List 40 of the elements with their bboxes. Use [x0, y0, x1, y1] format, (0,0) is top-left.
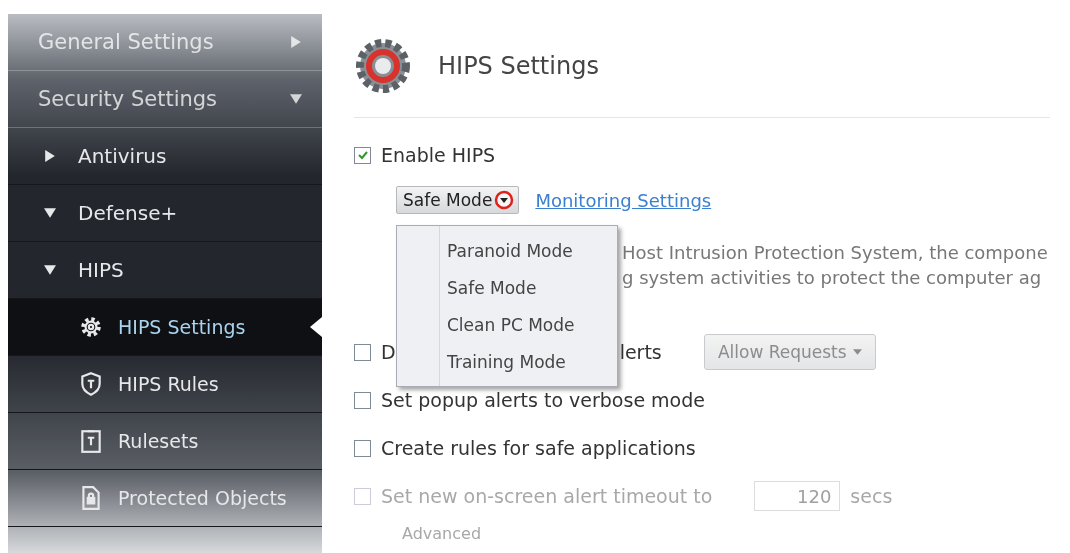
caret-icon	[852, 349, 862, 355]
sidebar-item[interactable]: HIPS Settings	[8, 299, 322, 356]
sidebar-item[interactable]: Rulesets	[8, 413, 322, 470]
caret-icon	[44, 264, 56, 276]
caret-icon	[290, 93, 302, 105]
checkbox-label: Set new on-screen alert timeout to	[381, 485, 713, 507]
shield-icon	[78, 371, 104, 397]
checkbox-label: Set popup alerts to verbose mode	[381, 389, 705, 411]
clipboard-icon	[78, 428, 104, 454]
gear-icon	[78, 314, 104, 340]
checkmark-icon	[356, 149, 369, 161]
checkbox[interactable]	[354, 146, 371, 164]
description-text: Host Intrusion Protection System, the compone	[622, 241, 1049, 265]
gear-icon	[354, 36, 412, 95]
checkbox[interactable]	[354, 343, 371, 361]
caret-icon	[44, 150, 56, 162]
sidebar-item[interactable]: Defense+	[8, 185, 322, 242]
checkbox[interactable]	[354, 439, 371, 457]
menu-item[interactable]: Clean PC Mode	[397, 306, 617, 343]
mode-dropdown[interactable]: Safe Mode	[396, 186, 520, 214]
checkbox-label: Enable HIPS	[381, 144, 496, 166]
page-title: HIPS Settings	[438, 51, 599, 80]
checkbox-label: lerts	[619, 341, 662, 363]
menu-item[interactable]: Safe Mode	[397, 269, 617, 306]
monitoring-settings-link[interactable]: Monitoring Settings	[535, 189, 712, 211]
selection-pointer	[310, 317, 322, 337]
menu-item[interactable]: Paranoid Mode	[397, 232, 617, 269]
menu-item[interactable]: Training Mode	[397, 343, 617, 380]
advanced-label: Advanced	[402, 524, 482, 543]
unit-label: secs	[850, 485, 893, 507]
caret-icon	[290, 36, 302, 48]
sidebar-item[interactable]: HIPS Rules	[8, 356, 322, 413]
checkbox-label: Create rules for safe applications	[381, 437, 696, 459]
sidebar-item[interactable]: Antivirus	[8, 128, 322, 185]
caret-icon	[44, 207, 56, 219]
checkbox[interactable]	[354, 391, 371, 409]
sidebar-section[interactable]: Security Settings	[8, 71, 322, 128]
description-text: g system activities to protect the computer ag	[622, 266, 1043, 290]
checkbox-label: D	[381, 341, 396, 363]
caret-icon	[494, 190, 515, 210]
